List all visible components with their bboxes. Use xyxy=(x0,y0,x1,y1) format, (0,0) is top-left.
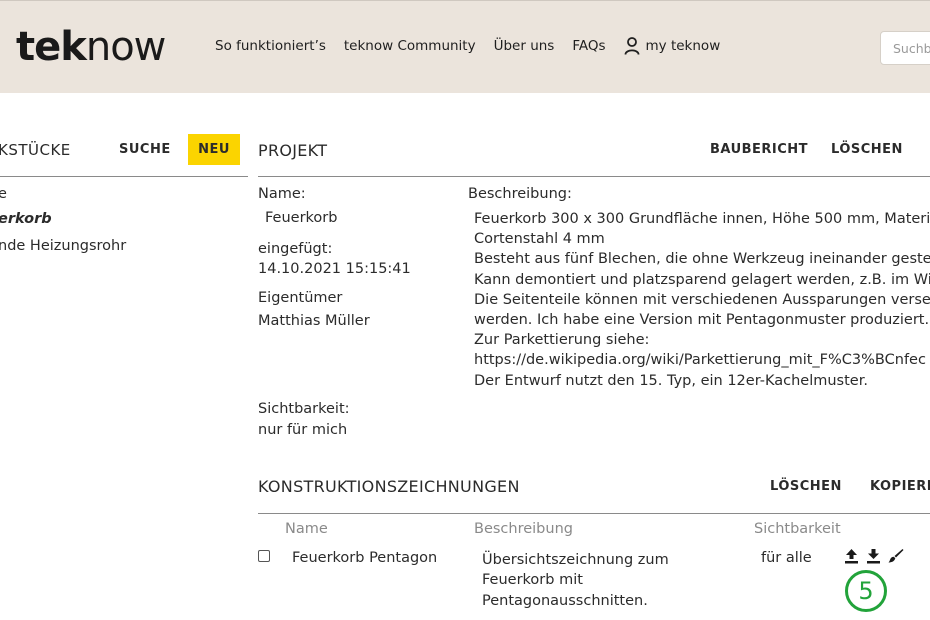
owner-label: Eigentümer xyxy=(258,290,343,306)
drawings-copy-button[interactable]: KOPIERE xyxy=(870,479,930,494)
annotation-number-badge: 5 xyxy=(845,570,887,612)
werkstuecke-panel: KSTÜCKE SUCHE NEU e erkorb nde Heizungsr… xyxy=(0,128,248,254)
nav-ueber-uns[interactable]: Über uns xyxy=(494,38,555,54)
project-title: PROJEKT xyxy=(258,141,328,160)
inserted-value: 14.10.2021 15:15:41 xyxy=(258,261,411,277)
project-header: PROJEKT BAUBERICHT LÖSCHEN xyxy=(258,128,930,177)
neu-button[interactable]: NEU xyxy=(188,134,240,165)
werkstuecke-title: KSTÜCKE xyxy=(0,141,71,159)
user-icon xyxy=(624,37,639,55)
list-item[interactable]: nde Heizungsrohr xyxy=(0,238,126,254)
visibility-value[interactable]: nur für mich xyxy=(258,422,347,438)
drawings-header: KONSTRUKTIONSZEICHNUNGEN LÖSCHEN KOPIERE xyxy=(258,465,930,514)
name-label: Name: xyxy=(258,186,306,202)
upload-icon[interactable] xyxy=(844,548,859,564)
description-line: werden. Ich habe eine Version mit Pentag… xyxy=(474,312,930,329)
werkstuecke-header: KSTÜCKE SUCHE NEU xyxy=(0,128,248,177)
project-panel: PROJEKT BAUBERICHT LÖSCHEN xyxy=(258,128,930,177)
drawing-name[interactable]: Feuerkorb Pentagon xyxy=(292,550,437,566)
drawings-panel: KONSTRUKTIONSZEICHNUNGEN LÖSCHEN KOPIERE xyxy=(258,465,930,514)
description-line: Die Seitenteile können mit verschiedenen… xyxy=(474,291,930,308)
description-line: Zur Parkettierung siehe: xyxy=(474,332,650,349)
inserted-label: eingefügt: xyxy=(258,241,333,257)
visibility-label: Sichtbarkeit: xyxy=(258,401,350,417)
row-checkbox[interactable] xyxy=(258,550,270,562)
baubericht-button[interactable]: BAUBERICHT xyxy=(710,142,808,157)
drawings-title: KONSTRUKTIONSZEICHNUNGEN xyxy=(258,477,520,496)
teknow-logo[interactable]: teknow xyxy=(16,23,166,71)
edit-brush-icon[interactable] xyxy=(888,548,904,564)
column-header-name: Name xyxy=(285,521,328,537)
my-teknow-label: my teknow xyxy=(645,38,721,54)
drawing-visibility[interactable]: für alle xyxy=(761,550,812,566)
download-icon[interactable] xyxy=(866,548,881,564)
site-header: teknow So funktioniert’s teknow Communit… xyxy=(0,0,930,93)
nav-so-funktionierts[interactable]: So funktioniert’s xyxy=(215,38,326,54)
description-line: Kann demontiert und platzsparend gelager… xyxy=(474,271,930,288)
description-line: Feuerkorb 300 x 300 Grundfläche innen, H… xyxy=(474,211,930,227)
column-header-beschreibung: Beschreibung xyxy=(474,521,573,537)
description-line: Der Entwurf nutzt den 15. Typ, ein 12er-… xyxy=(474,372,868,389)
description-line: https://de.wikipedia.org/wiki/Parkettier… xyxy=(474,352,926,369)
search-input[interactable] xyxy=(880,31,930,65)
drawing-description: Übersichtszeichnung zum Feuerkorb mit Pe… xyxy=(482,550,669,611)
nav-my-teknow[interactable]: my teknow xyxy=(624,37,721,55)
list-item[interactable]: e xyxy=(0,186,7,202)
project-delete-button[interactable]: LÖSCHEN xyxy=(831,142,903,157)
description-label: Beschreibung: xyxy=(468,186,572,202)
suche-button[interactable]: SUCHE xyxy=(119,142,171,157)
drawing-description-line: Feuerkorb mit xyxy=(482,572,583,589)
name-value[interactable]: Feuerkorb xyxy=(265,210,337,226)
list-item-selected[interactable]: erkorb xyxy=(0,211,52,227)
description-line: Cortenstahl 4 mm xyxy=(474,231,605,248)
description-text[interactable]: Feuerkorb 300 x 300 Grundfläche innen, H… xyxy=(474,209,930,391)
drawing-description-line: Pentagonausschnitten. xyxy=(482,592,648,609)
main-nav: So funktioniert’s teknow Community Über … xyxy=(215,37,738,55)
nav-faqs[interactable]: FAQs xyxy=(572,38,605,54)
description-line: Besteht aus fünf Blechen, die ohne Werkz… xyxy=(474,251,930,268)
drawings-delete-button[interactable]: LÖSCHEN xyxy=(770,479,842,494)
drawing-description-line: Übersichtszeichnung zum xyxy=(482,552,669,568)
owner-value: Matthias Müller xyxy=(258,313,370,329)
column-header-sichtbarkeit: Sichtbarkeit xyxy=(754,521,841,537)
nav-teknow-community[interactable]: teknow Community xyxy=(344,38,476,54)
